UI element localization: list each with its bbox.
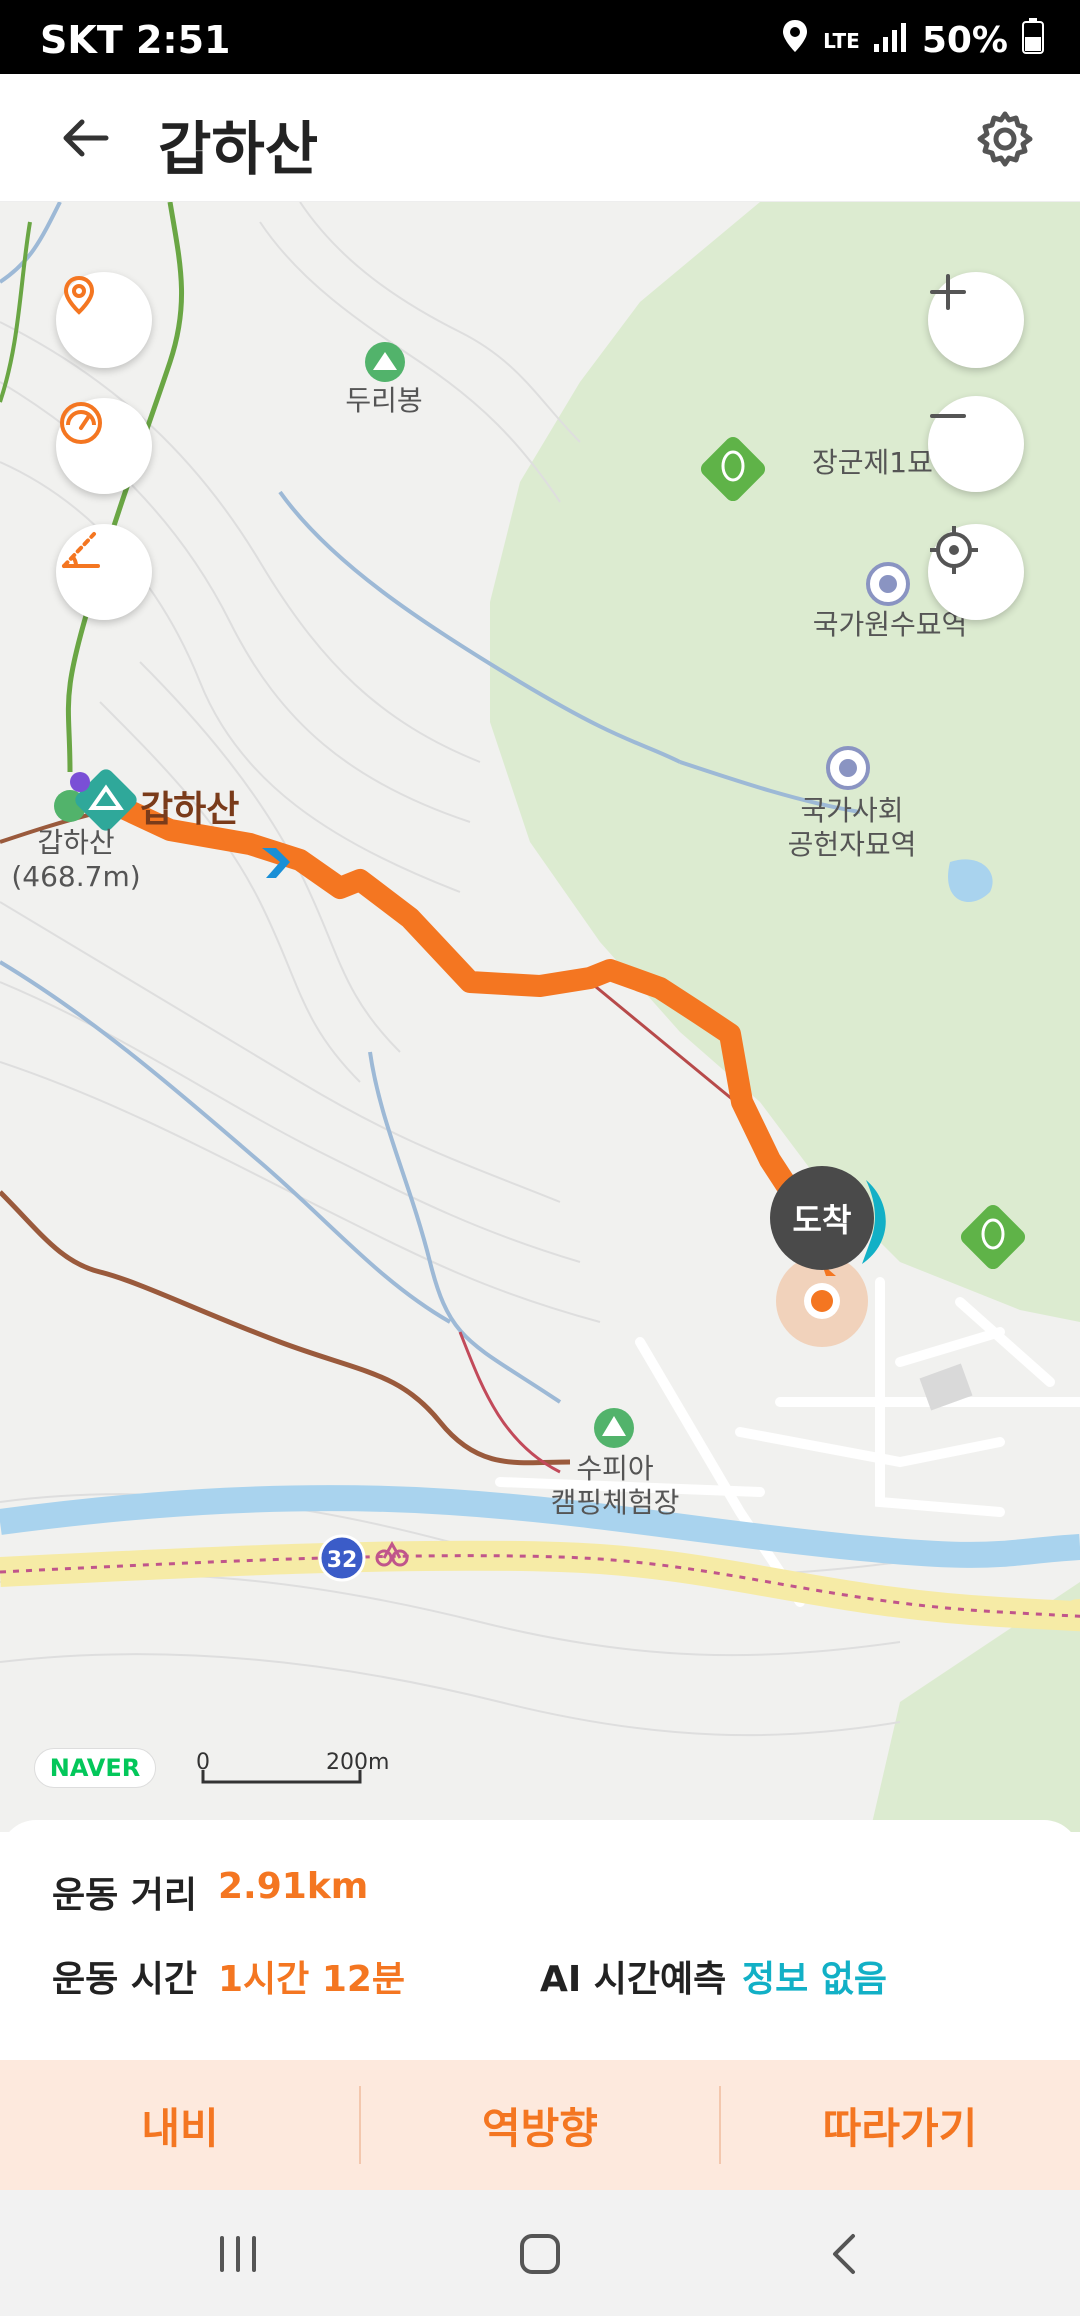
- time-value: 1시간 12분: [218, 1959, 406, 2000]
- back-arrow-icon: [63, 119, 109, 157]
- scale-bar: 0 200m: [190, 1750, 390, 1796]
- camping-label: 수피아 캠핑체험장: [530, 1452, 700, 1520]
- action-bar: 내비 역방향 따라가기: [0, 2060, 1080, 2190]
- arrival-marker[interactable]: 도착: [770, 1166, 874, 1270]
- cemetery-label-line1: 국가사회: [800, 794, 904, 827]
- distance-value: 2.91km: [218, 1866, 369, 1907]
- camping-label-line2: 캠핑체험장: [550, 1486, 680, 1519]
- scale-end: 200m: [326, 1750, 390, 1775]
- camping-label-line1: 수피아: [576, 1452, 654, 1485]
- carrier-time: SKT 2:51: [40, 18, 231, 62]
- summit-elevation-label: 갑하산 (468.7m): [6, 826, 146, 894]
- network-label: LTE: [823, 28, 860, 53]
- chevron-left-icon: [833, 2234, 855, 2274]
- system-back-button[interactable]: [804, 2222, 884, 2286]
- trail-south: [0, 1190, 571, 1466]
- ai-estimate-value: 정보 없음: [742, 1959, 888, 2000]
- summit-small-label: 갑하산: [37, 826, 115, 859]
- back-button[interactable]: [56, 108, 116, 168]
- camping-icon: [594, 1408, 634, 1448]
- summit-elevation: (468.7m): [11, 860, 141, 893]
- page-title: 갑하산: [158, 115, 319, 183]
- follow-button[interactable]: 따라가기: [720, 2060, 1080, 2190]
- gear-icon: [977, 111, 1033, 167]
- distance-label: 운동 거리: [52, 1875, 198, 1916]
- battery-text: 50%: [921, 20, 1008, 61]
- zoom-in-button[interactable]: [928, 272, 1024, 368]
- time-label: 운동 시간: [52, 1959, 198, 2000]
- system-nav-bar: [0, 2190, 1080, 2316]
- map-view[interactable]: 32 두리봉 장군제1묘 국가원수묘역 국가사회 공헌자묘역 갑하산 갑하산 (…: [0, 202, 1080, 1832]
- home-button[interactable]: [500, 2222, 580, 2286]
- speedometer-icon: [60, 402, 102, 444]
- battery-icon: [1022, 18, 1044, 63]
- navi-button[interactable]: 내비: [0, 2060, 360, 2190]
- naver-logo: NAVER: [34, 1748, 156, 1788]
- recent-apps-button[interactable]: [198, 2222, 278, 2286]
- my-location-button[interactable]: [928, 524, 1024, 620]
- status-bar: SKT 2:51 LTE 50%: [0, 0, 1080, 74]
- location-pin-button[interactable]: [56, 272, 152, 368]
- settings-button[interactable]: [976, 110, 1034, 168]
- crosshair-icon: [930, 526, 978, 574]
- ai-estimate-label: AI 시간예측: [540, 1959, 727, 2000]
- location-icon: [781, 18, 809, 63]
- workout-info-panel: 운동 거리 2.91km 운동 시간 1시간 12분 AI 시간예측 정보 없음: [0, 1820, 1080, 2060]
- summit-label: 갑하산: [140, 789, 240, 830]
- status-icons: LTE 50%: [781, 18, 1044, 63]
- speed-button[interactable]: [56, 398, 152, 494]
- park-area: [490, 202, 1080, 1322]
- pin-icon: [63, 275, 95, 315]
- peak-label: 두리봉: [345, 384, 423, 417]
- station-marker-icon-2: [826, 746, 870, 790]
- scale-start: 0: [196, 1750, 210, 1775]
- recent-apps-icon: [220, 2236, 256, 2272]
- summit-icon: [54, 769, 137, 831]
- signal-icon: [873, 20, 908, 61]
- reverse-button[interactable]: 역방향: [360, 2060, 720, 2190]
- station-marker-icon: [866, 562, 910, 606]
- cemetery-label-line2: 공헌자묘역: [787, 828, 917, 861]
- app-header: 갑하산: [0, 74, 1080, 202]
- zoom-out-button[interactable]: [928, 396, 1024, 492]
- minus-icon: [930, 414, 966, 418]
- mountain-peak-icon: [365, 342, 405, 382]
- ridge-trail-2: [0, 221, 32, 403]
- elevation-button[interactable]: [56, 524, 152, 620]
- home-icon: [520, 2234, 560, 2274]
- slope-icon: [62, 532, 100, 568]
- road-number: 32: [327, 1548, 358, 1573]
- cemetery-label-2: 국가사회 공헌자묘역: [772, 794, 932, 862]
- plus-icon: [930, 274, 966, 310]
